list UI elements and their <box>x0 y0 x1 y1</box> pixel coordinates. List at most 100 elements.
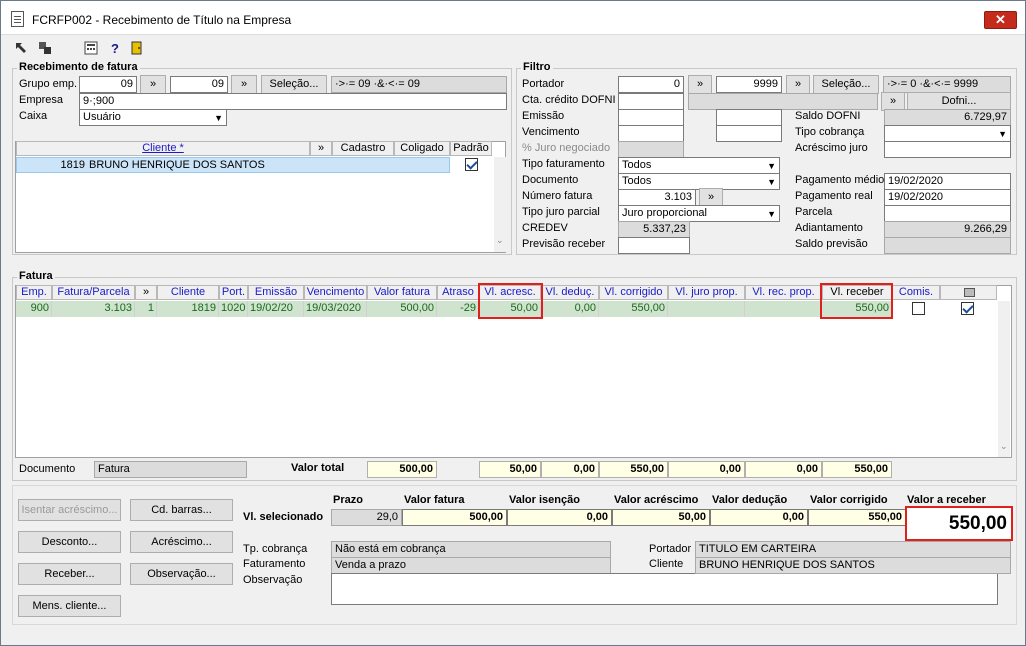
portador-to-input[interactable]: 9999 <box>716 76 782 93</box>
emissao-to-input[interactable] <box>716 109 782 126</box>
exit-door-icon[interactable] <box>129 41 145 57</box>
calculator-icon[interactable] <box>83 41 99 57</box>
valor-fatura-col-header[interactable]: Valor fatura <box>367 285 437 300</box>
documento-filter-value: Todos <box>622 175 652 187</box>
coligado-col-header[interactable]: Coligado <box>394 141 450 156</box>
row-atraso: -29 <box>437 301 479 317</box>
faturamento-display: Venda a prazo <box>331 557 611 574</box>
select-all-col-header[interactable] <box>940 285 997 300</box>
emp-col-header[interactable]: Emp. <box>16 285 52 300</box>
desconto-button[interactable]: Desconto... <box>18 531 121 553</box>
comis-col-header[interactable]: Comis. <box>892 285 940 300</box>
pagamento-medio-input[interactable]: 19/02/2020 <box>884 173 1011 190</box>
vl-juro-prop-col-header[interactable]: Vl. juro prop. <box>668 285 745 300</box>
portador-selecao-button[interactable]: Seleção... <box>813 75 879 94</box>
parcela-input[interactable] <box>884 205 1011 222</box>
fatura-scrollbar[interactable]: ⌄ <box>998 301 1010 457</box>
chevron-down-icon: ⌄ <box>496 235 504 245</box>
cliente-more-button[interactable]: » <box>310 141 332 156</box>
cd-barras-button[interactable]: Cd. barras... <box>130 499 233 521</box>
cliente-col-header[interactable]: Cliente * <box>16 141 310 156</box>
valor-a-receber-header: Valor a receber <box>907 494 986 506</box>
portador-from-more-button[interactable]: » <box>688 75 712 94</box>
comis-checkbox[interactable] <box>912 302 925 315</box>
table-row[interactable]: 1819 BRUNO HENRIQUE DOS SANTOS <box>16 157 450 173</box>
grupo-from-input[interactable]: 09 <box>79 76 137 93</box>
close-button[interactable]: ✕ <box>984 11 1017 29</box>
adiantamento-value: 9.266,29 <box>884 221 1011 238</box>
vencimento-from-input[interactable] <box>618 125 684 142</box>
vl-rec-prop-col-header[interactable]: Vl. rec. prop. <box>745 285 822 300</box>
cliente-code: 1819 <box>60 159 85 171</box>
row-emp: 900 <box>16 301 52 317</box>
row-emissao: 19/02/20 <box>248 301 304 317</box>
portador-to-more-button[interactable]: » <box>786 75 810 94</box>
documento-label: Documento <box>19 463 76 475</box>
highlight-vl-receber <box>820 283 893 319</box>
credev-value: 5.337,23 <box>618 221 690 238</box>
grupo-label: Grupo emp. <box>19 78 78 90</box>
table-row[interactable]: 900 3.103 1 1819 1020 19/02/20 19/03/202… <box>16 301 892 317</box>
cliente-scrollbar[interactable]: ⌄ <box>494 157 506 252</box>
port-col-header[interactable]: Port. <box>219 285 248 300</box>
acrescimo-button[interactable]: Acréscimo... <box>130 531 233 553</box>
observacao-button[interactable]: Observação... <box>130 563 233 585</box>
mens-cliente-button[interactable]: Mens. cliente... <box>18 595 121 617</box>
padrao-col-header[interactable]: Padrão <box>450 141 492 156</box>
square-icon <box>964 288 975 297</box>
tipo-faturamento-select[interactable]: Todos ▼ <box>618 157 780 174</box>
numero-fatura-input[interactable]: 3.103 <box>618 189 696 206</box>
observacao-scrollbar[interactable] <box>998 573 1010 605</box>
arrow-left-icon[interactable] <box>13 41 29 57</box>
toolbar: ? <box>1 36 1025 60</box>
chevron-down-icon: ▼ <box>767 209 776 219</box>
caixa-select[interactable]: Usuário ▼ <box>79 109 227 126</box>
acrescimo-juro-input[interactable] <box>884 141 1011 158</box>
portador-label: Portador <box>522 78 565 90</box>
vl-corrigido-col-header[interactable]: Vl. corrigido <box>599 285 668 300</box>
sel-valor-corrigido: 550,00 <box>808 509 906 526</box>
vl-deduc-col-header[interactable]: Vl. deduç. <box>541 285 599 300</box>
pagamento-real-input[interactable]: 19/02/2020 <box>884 189 1011 206</box>
help-icon[interactable]: ? <box>107 41 123 57</box>
receber-button[interactable]: Receber... <box>18 563 121 585</box>
emissao-label: Emissão <box>522 110 565 122</box>
portador-range-display: ·>·= 0 ·&·<·= 9999 <box>883 76 1011 93</box>
emissao-col-header[interactable]: Emissão <box>248 285 304 300</box>
grupo-selecao-button[interactable]: Seleção... <box>261 75 327 94</box>
grupo-to-more-button[interactable]: » <box>231 75 257 94</box>
vencimento-col-header[interactable]: Vencimento <box>304 285 367 300</box>
vencimento-to-input[interactable] <box>716 125 782 142</box>
tipo-juro-select[interactable]: Juro proporcional ▼ <box>618 205 780 222</box>
portador-from-input[interactable]: 0 <box>618 76 684 93</box>
emissao-from-input[interactable] <box>618 109 684 126</box>
valor-acrescimo-header: Valor acréscimo <box>614 494 699 506</box>
valor-fatura-header: Valor fatura <box>404 494 465 506</box>
fatura-parcela-col-header[interactable]: Fatura/Parcela <box>52 285 135 300</box>
fatura-legend: Fatura <box>17 270 55 282</box>
cadastro-col-header[interactable]: Cadastro <box>332 141 394 156</box>
row-fatura: 3.103 <box>52 301 135 317</box>
row-valor-fatura: 500,00 <box>367 301 437 317</box>
previsao-receber-input[interactable] <box>618 237 690 254</box>
acrescimo-juro-label: Acréscimo juro <box>795 142 868 154</box>
padrao-checkbox[interactable] <box>465 158 478 171</box>
saldo-dofni-label: Saldo DOFNI <box>795 110 861 122</box>
row-vl-deduc: 0,00 <box>541 301 599 317</box>
row-select-checkbox[interactable] <box>961 302 974 315</box>
isentar-acrescimo-button[interactable]: Isentar acréscimo... <box>18 499 121 521</box>
observacao-textarea[interactable] <box>331 573 998 605</box>
document-icon <box>11 11 24 27</box>
cta-credito-input[interactable] <box>618 93 684 110</box>
cliente-col-header-fatura[interactable]: Cliente <box>157 285 219 300</box>
caixa-value: Usuário <box>83 111 121 123</box>
empresa-input[interactable]: 9·;900 <box>79 93 507 110</box>
grupo-from-more-button[interactable]: » <box>140 75 166 94</box>
fatura-more-button[interactable]: » <box>135 285 157 300</box>
atraso-col-header[interactable]: Atraso <box>437 285 479 300</box>
tipo-cobranca-select[interactable]: ▼ <box>884 125 1011 142</box>
pages-icon[interactable] <box>37 41 53 57</box>
grupo-to-input[interactable]: 09 <box>170 76 228 93</box>
cliente-info-display: BRUNO HENRIQUE DOS SANTOS <box>695 557 1011 574</box>
empresa-label: Empresa <box>19 94 64 106</box>
